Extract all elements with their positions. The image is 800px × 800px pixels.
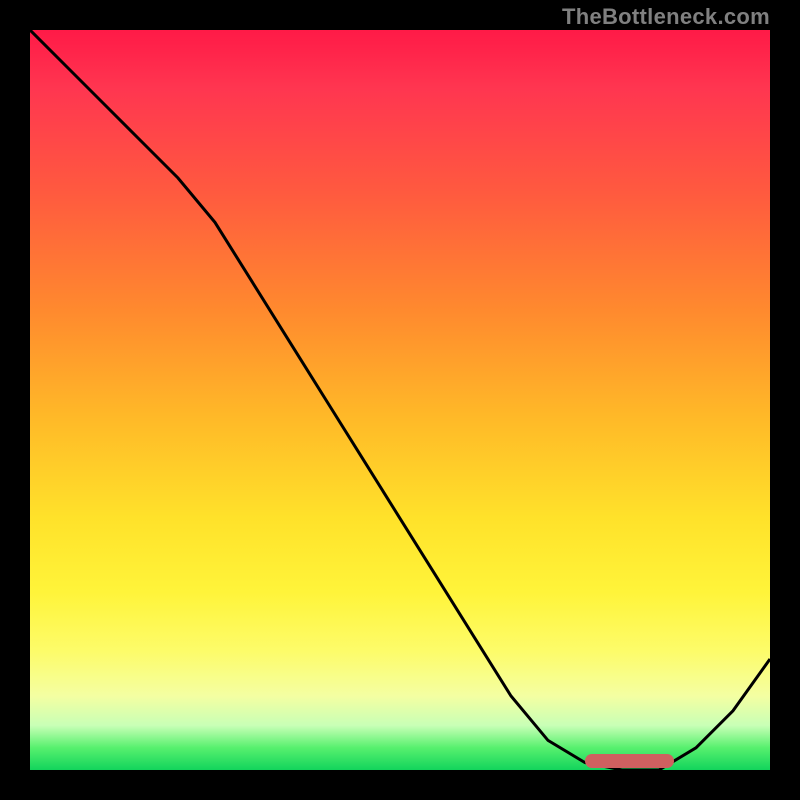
optimal-marker xyxy=(585,754,674,768)
curve-path xyxy=(30,30,770,770)
plot-area xyxy=(30,30,770,770)
attribution-label: TheBottleneck.com xyxy=(562,4,770,30)
bottleneck-curve xyxy=(30,30,770,770)
chart-frame: TheBottleneck.com xyxy=(0,0,800,800)
